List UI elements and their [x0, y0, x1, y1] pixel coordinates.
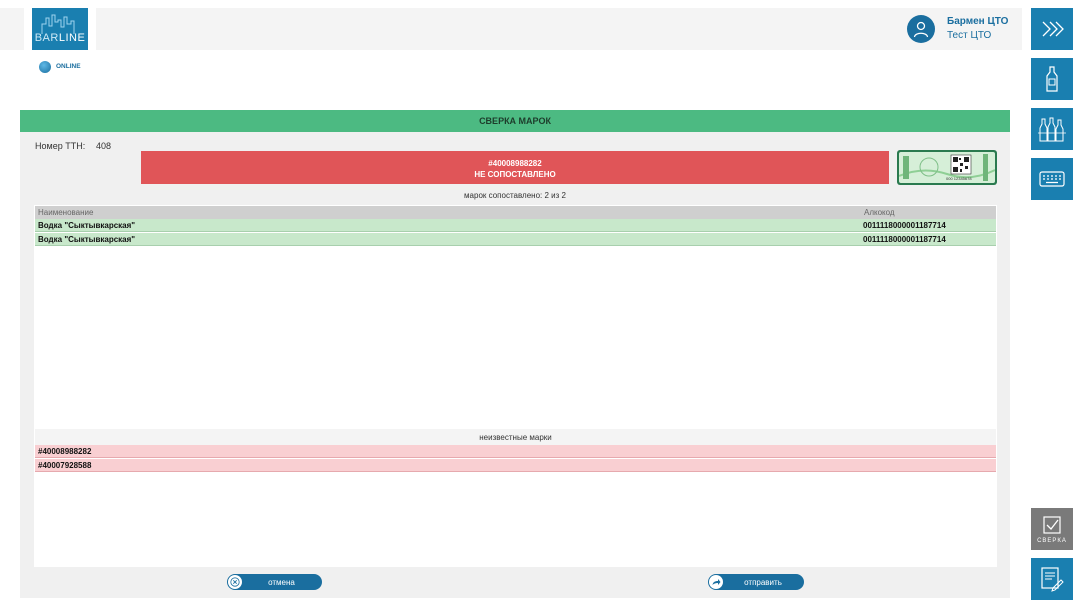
- row-product-name: Водка "Сыктывкарская": [38, 235, 136, 244]
- row-alcocode: 0011118000001187714: [863, 235, 946, 244]
- user-avatar[interactable]: [907, 15, 935, 43]
- ttn-number-label: Номер ТТН:: [35, 141, 86, 151]
- marks-reconciliation-panel: СВЕРКА МАРОК Номер ТТН: 408 #40008988282…: [20, 110, 1010, 598]
- table-row[interactable]: Водка "Сыктывкарская" 001111800000118771…: [35, 233, 996, 246]
- excise-stamp-number: 000 12345678: [946, 176, 972, 181]
- expand-menu-button[interactable]: [1031, 8, 1073, 50]
- matched-count: марок сопоставлено: 2 из 2: [464, 191, 566, 200]
- scan-status-text: НЕ СОПОСТАВЛЕНО: [474, 170, 556, 179]
- bottles-button[interactable]: [1031, 108, 1073, 150]
- user-icon: [913, 21, 929, 38]
- top-bar-spacer: [88, 8, 96, 50]
- user-name: Бармен ЦТО: [947, 16, 1009, 27]
- bottle-icon: [1046, 66, 1058, 92]
- column-header-name: Наименование: [38, 208, 94, 217]
- user-organization: Тест ЦТО: [947, 30, 992, 41]
- unknown-mark-row[interactable]: #40008988282: [35, 445, 996, 458]
- row-product-name: Водка "Сыктывкарская": [38, 221, 136, 230]
- logo-text: BARLINE: [34, 32, 86, 44]
- bottle-button[interactable]: [1031, 58, 1073, 100]
- checkbox-icon: [1043, 515, 1061, 534]
- close-icon: [228, 575, 242, 589]
- top-bar: [0, 8, 1022, 50]
- double-chevron-right-icon: [1042, 21, 1064, 37]
- keyboard-button[interactable]: [1031, 158, 1073, 200]
- bottles-icon: [1038, 117, 1066, 142]
- unknown-mark-row[interactable]: #40007928588: [35, 459, 996, 472]
- unknown-mark-code: #40007928588: [38, 461, 92, 470]
- document-edit-icon: [1041, 567, 1064, 592]
- barline-logo[interactable]: BARLINE: [32, 8, 88, 50]
- online-status-label: ONLINE: [56, 63, 81, 70]
- send-button[interactable]: отправить: [708, 574, 804, 590]
- marks-content-area: Наименование Алкокод Водка "Сыктывкарска…: [34, 205, 997, 567]
- online-status-icon: [39, 61, 51, 73]
- city-skyline-icon: [41, 14, 75, 34]
- scan-status-banner: #40008988282 НЕ СОПОСТАВЛЕНО: [141, 151, 889, 184]
- scan-status-code: #40008988282: [488, 159, 542, 168]
- unknown-mark-code: #40008988282: [38, 447, 92, 456]
- share-arrow-icon: [709, 575, 723, 589]
- excise-stamp-image: 000 12345678: [897, 150, 997, 185]
- row-alcocode: 0011118000001187714: [863, 221, 946, 230]
- top-bar-spacer: [24, 8, 32, 50]
- keyboard-icon: [1039, 171, 1065, 187]
- table-header: Наименование Алкокод: [35, 206, 996, 219]
- column-header-alcocode: Алкокод: [864, 208, 895, 217]
- send-button-label: отправить: [744, 577, 782, 587]
- cancel-button[interactable]: отмена: [227, 574, 322, 590]
- sverka-caption: СВЕРКА: [1037, 537, 1067, 544]
- ttn-number-value: 408: [96, 141, 112, 151]
- panel-title: СВЕРКА МАРОК: [20, 110, 1010, 132]
- cancel-button-label: отмена: [268, 577, 295, 587]
- unknown-marks-title: неизвестные марки: [35, 429, 996, 445]
- table-row[interactable]: Водка "Сыктывкарская" 001111800000118771…: [35, 219, 996, 232]
- sverka-button[interactable]: СВЕРКА: [1031, 508, 1073, 550]
- document-edit-button[interactable]: [1031, 558, 1073, 600]
